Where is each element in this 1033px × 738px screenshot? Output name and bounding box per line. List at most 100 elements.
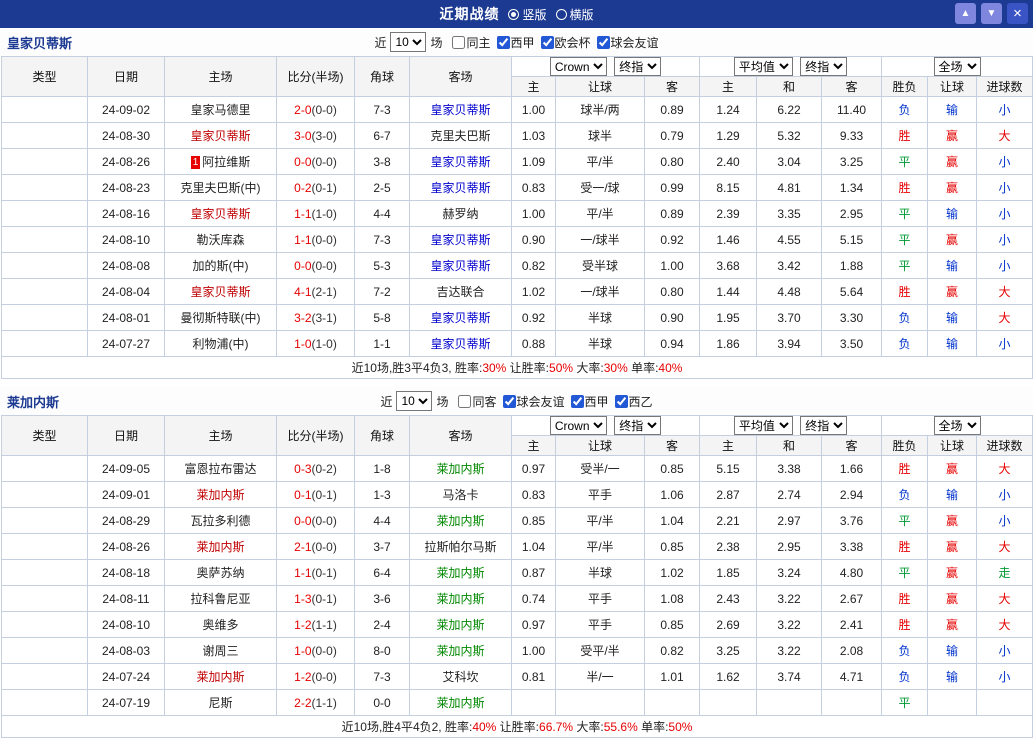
view-horizontal-radio[interactable]: 横版 xyxy=(556,6,594,23)
titlebar-buttons: ▲ ▼ × xyxy=(955,3,1028,24)
filter-checkbox[interactable] xyxy=(503,395,516,408)
filter-checkbox[interactable] xyxy=(571,395,584,408)
score-cell[interactable]: 1-2(0-0) xyxy=(277,664,355,690)
filter-checkbox[interactable] xyxy=(615,395,628,408)
move-up-button[interactable]: ▲ xyxy=(955,3,976,24)
away-team-cell[interactable]: 皇家贝蒂斯 xyxy=(410,253,512,279)
filter-checkbox[interactable] xyxy=(452,36,465,49)
away-team-cell[interactable]: 马洛卡 xyxy=(410,482,512,508)
move-down-button[interactable]: ▼ xyxy=(981,3,1002,24)
score-cell[interactable]: 4-1(2-1) xyxy=(277,279,355,305)
score-cell[interactable]: 0-1(0-1) xyxy=(277,482,355,508)
home-team-cell[interactable]: 皇家贝蒂斯 xyxy=(165,279,277,305)
home-team-cell[interactable]: 奥萨苏纳 xyxy=(165,560,277,586)
filter-checkbox[interactable] xyxy=(497,36,510,49)
euro-odds-type-select[interactable]: 终指 xyxy=(800,416,847,435)
home-team-cell[interactable]: 皇家马德里 xyxy=(165,97,277,123)
euro-odds-type-select[interactable]: 终指 xyxy=(800,57,847,76)
home-team-cell[interactable]: 皇家贝蒂斯 xyxy=(165,201,277,227)
scope-select[interactable]: 全场 xyxy=(934,57,981,76)
filter-checkbox[interactable] xyxy=(541,36,554,49)
home-team-cell[interactable]: 利物浦(中) xyxy=(165,331,277,357)
score-cell[interactable]: 0-2(0-1) xyxy=(277,175,355,201)
home-team-name: 皇家贝蒂斯 xyxy=(190,129,250,143)
view-vertical-radio[interactable]: 竖版 xyxy=(508,6,546,23)
score-cell[interactable]: 1-1(0-1) xyxy=(277,560,355,586)
filter-西甲[interactable]: 西甲 xyxy=(565,393,609,410)
home-team-cell[interactable]: 1阿拉维斯 xyxy=(165,149,277,175)
home-team-cell[interactable]: 莱加内斯 xyxy=(165,664,277,690)
score-cell[interactable]: 1-0(1-0) xyxy=(277,331,355,357)
score-cell[interactable]: 3-2(3-1) xyxy=(277,305,355,331)
euro-home-odds-cell: 8.15 xyxy=(700,175,757,201)
away-team-cell[interactable]: 莱加内斯 xyxy=(410,560,512,586)
home-team-cell[interactable]: 勒沃库森 xyxy=(165,227,277,253)
crown-company-select[interactable]: Crown xyxy=(550,57,607,76)
score-cell[interactable]: 0-0(0-0) xyxy=(277,253,355,279)
recent-count-select[interactable]: 10 xyxy=(396,391,432,411)
euro-away-odds-cell: 3.30 xyxy=(822,305,882,331)
filter-checkbox[interactable] xyxy=(597,36,610,49)
crown-company-select[interactable]: Crown xyxy=(550,416,607,435)
away-team-cell[interactable]: 皇家贝蒂斯 xyxy=(410,175,512,201)
away-team-cell[interactable]: 莱加内斯 xyxy=(410,586,512,612)
home-team-cell[interactable]: 莱加内斯 xyxy=(165,534,277,560)
filter-同主[interactable]: 同主 xyxy=(446,34,490,51)
home-team-cell[interactable]: 拉科鲁尼亚 xyxy=(165,586,277,612)
half-score: (0-0) xyxy=(312,259,337,273)
filter-checkbox[interactable] xyxy=(458,395,471,408)
score-cell[interactable]: 0-3(0-2) xyxy=(277,456,355,482)
home-team-cell[interactable]: 富恩拉布雷达 xyxy=(165,456,277,482)
away-team-cell[interactable]: 莱加内斯 xyxy=(410,456,512,482)
filter-同客[interactable]: 同客 xyxy=(452,393,496,410)
home-team-cell[interactable]: 谢周三 xyxy=(165,638,277,664)
home-team-cell[interactable]: 瓦拉多利德 xyxy=(165,508,277,534)
euro-company-select[interactable]: 平均值 xyxy=(734,416,793,435)
filter-欧会杯[interactable]: 欧会杯 xyxy=(535,34,591,51)
score-cell[interactable]: 1-1(0-0) xyxy=(277,227,355,253)
score-cell[interactable]: 1-1(1-0) xyxy=(277,201,355,227)
close-button[interactable]: × xyxy=(1007,3,1028,24)
away-team-cell[interactable]: 皇家贝蒂斯 xyxy=(410,305,512,331)
score-cell[interactable]: 0-0(0-0) xyxy=(277,508,355,534)
score-cell[interactable]: 3-0(3-0) xyxy=(277,123,355,149)
scope-select[interactable]: 全场 xyxy=(934,416,981,435)
score-cell[interactable]: 0-0(0-0) xyxy=(277,149,355,175)
score-cell[interactable]: 2-1(0-0) xyxy=(277,534,355,560)
away-team-cell[interactable]: 吉达联合 xyxy=(410,279,512,305)
recent-count-select[interactable]: 10 xyxy=(390,32,426,52)
home-team-cell[interactable]: 曼彻斯特联(中) xyxy=(165,305,277,331)
euro-company-select[interactable]: 平均值 xyxy=(734,57,793,76)
away-team-cell[interactable]: 赫罗纳 xyxy=(410,201,512,227)
away-team-cell[interactable]: 莱加内斯 xyxy=(410,508,512,534)
euro-away-odds-cell: 2.41 xyxy=(822,612,882,638)
away-team-cell[interactable]: 克里夫巴斯 xyxy=(410,123,512,149)
filter-西乙[interactable]: 西乙 xyxy=(609,393,653,410)
away-team-cell[interactable]: 皇家贝蒂斯 xyxy=(410,97,512,123)
score-cell[interactable]: 2-0(0-0) xyxy=(277,97,355,123)
crown-odds-type-select[interactable]: 终指 xyxy=(614,57,661,76)
score-cell[interactable]: 2-2(1-1) xyxy=(277,690,355,716)
score-cell[interactable]: 1-2(1-1) xyxy=(277,612,355,638)
away-team-cell[interactable]: 莱加内斯 xyxy=(410,612,512,638)
crown-odds-type-select[interactable]: 终指 xyxy=(614,416,661,435)
filter-球会友谊[interactable]: 球会友谊 xyxy=(591,34,659,51)
away-team-cell[interactable]: 莱加内斯 xyxy=(410,638,512,664)
away-team-cell[interactable]: 皇家贝蒂斯 xyxy=(410,149,512,175)
home-team-cell[interactable]: 奥维多 xyxy=(165,612,277,638)
home-team-cell[interactable]: 克里夫巴斯(中) xyxy=(165,175,277,201)
score-cell[interactable]: 1-0(0-0) xyxy=(277,638,355,664)
away-team-cell[interactable]: 艾科坎 xyxy=(410,664,512,690)
home-team-cell[interactable]: 加的斯(中) xyxy=(165,253,277,279)
home-team-cell[interactable]: 皇家贝蒂斯 xyxy=(165,123,277,149)
score-cell[interactable]: 1-3(0-1) xyxy=(277,586,355,612)
full-score: 1-1 xyxy=(294,233,311,247)
home-team-cell[interactable]: 尼斯 xyxy=(165,690,277,716)
filter-西甲[interactable]: 西甲 xyxy=(491,34,535,51)
filter-球会友谊[interactable]: 球会友谊 xyxy=(497,393,565,410)
away-team-cell[interactable]: 拉斯帕尔马斯 xyxy=(410,534,512,560)
away-team-cell[interactable]: 莱加内斯 xyxy=(410,690,512,716)
away-team-cell[interactable]: 皇家贝蒂斯 xyxy=(410,227,512,253)
home-team-cell[interactable]: 莱加内斯 xyxy=(165,482,277,508)
away-team-cell[interactable]: 皇家贝蒂斯 xyxy=(410,331,512,357)
